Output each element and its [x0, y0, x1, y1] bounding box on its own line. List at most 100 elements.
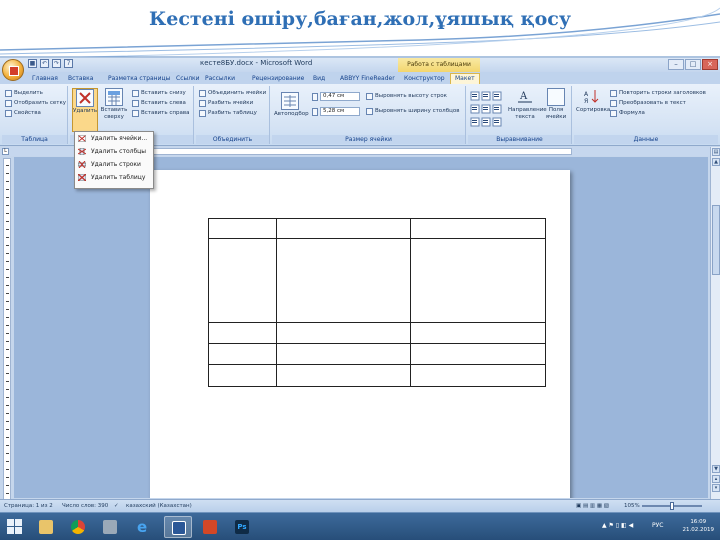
select-button[interactable]: Выделить	[14, 89, 43, 97]
distribute-rows-button[interactable]: Выровнять высоту строк	[375, 92, 447, 100]
insert-right-icon	[132, 110, 139, 117]
distribute-columns-button[interactable]: Выровнять ширину столбцов	[375, 107, 459, 115]
delete-cells-icon	[78, 135, 86, 142]
redo-icon[interactable]: ↷	[52, 59, 61, 68]
tab-references[interactable]: Ссылки	[176, 74, 200, 84]
zoom-level[interactable]: 105%	[624, 502, 640, 511]
tab-mailings[interactable]: Рассылки	[205, 74, 235, 84]
taskbar-photoshop[interactable]: Ps	[228, 516, 256, 538]
merge-cells-button[interactable]: Объединить ячейки	[208, 89, 266, 97]
text-direction-button[interactable]: A Направление текста	[508, 88, 547, 132]
column-width-field[interactable]: 5,28 см	[320, 107, 360, 116]
table-cell[interactable]	[276, 343, 411, 365]
title-bar: ■ ↶ ↷ 7 кесте8БУ.docx - Microsoft Word Р…	[0, 58, 720, 72]
table-cell[interactable]	[208, 322, 277, 344]
chrome-icon	[71, 520, 85, 534]
insert-left-button[interactable]: Вставить слева	[141, 99, 186, 107]
ruler-toggle-icon[interactable]: ▤	[712, 148, 720, 156]
folder-icon	[39, 520, 53, 534]
sort-button[interactable]: AЯ Сортировка	[576, 88, 610, 132]
table-cell[interactable]	[410, 364, 546, 387]
word-count[interactable]: Число слов: 390	[62, 502, 108, 511]
taskbar-powerpoint[interactable]	[196, 516, 224, 538]
tray-language[interactable]: РУС	[652, 522, 663, 529]
table-cell[interactable]	[410, 322, 546, 344]
table-cell[interactable]	[208, 218, 277, 239]
table-cell[interactable]	[410, 343, 546, 365]
office-button[interactable]	[2, 59, 24, 81]
tab-selector[interactable]: L	[2, 148, 9, 155]
page-count[interactable]: Страница: 1 из 2	[4, 502, 53, 511]
table-cell[interactable]	[276, 322, 411, 344]
alignment-grid-icon[interactable]	[470, 90, 504, 130]
convert-to-text-button[interactable]: Преобразовать в текст	[619, 99, 686, 107]
taskbar-ie[interactable]: e	[130, 516, 158, 538]
tab-abbyy[interactable]: ABBYY FineReader	[340, 74, 395, 84]
taskbar: e Ps ▲ ⚑ ▯ ◧ ◀ РУС 16:09 21.02.2019	[0, 512, 720, 540]
taskbar-word[interactable]	[164, 516, 192, 538]
next-page-icon[interactable]: ▾	[712, 484, 720, 492]
repeat-header-button[interactable]: Повторить строки заголовков	[619, 89, 706, 97]
split-cells-button[interactable]: Разбить ячейки	[208, 99, 253, 107]
taskbar-app-3[interactable]	[96, 516, 124, 538]
close-button[interactable]: ×	[702, 59, 718, 70]
delete-columns-item[interactable]: Удалить столбцы	[75, 145, 153, 158]
scroll-thumb[interactable]	[712, 205, 720, 275]
view-buttons[interactable]: ▣ ▤ ▥ ▦ ▧	[576, 502, 609, 511]
tab-page-layout[interactable]: Разметка страницы	[108, 74, 170, 84]
tab-insert[interactable]: Вставка	[68, 74, 93, 84]
formula-button[interactable]: Формула	[619, 109, 645, 117]
table-cell[interactable]	[276, 364, 411, 387]
insert-right-button[interactable]: Вставить справа	[141, 109, 189, 117]
table-cell[interactable]	[208, 238, 277, 323]
tray-icons[interactable]: ▲ ⚑ ▯ ◧ ◀	[602, 522, 633, 529]
table-cell[interactable]	[276, 238, 411, 323]
language-indicator[interactable]: казахский (Казахстан)	[126, 502, 192, 511]
previous-page-icon[interactable]: ▴	[712, 475, 720, 483]
maximize-button[interactable]: □	[685, 59, 701, 70]
scroll-up-icon[interactable]: ▲	[712, 158, 720, 166]
cell-margins-button[interactable]: Поля ячейки	[544, 88, 568, 132]
delete-rows-item[interactable]: Удалить строки	[75, 158, 153, 171]
show-gridlines-button[interactable]: Отобразить сетку	[14, 99, 66, 107]
table-cell[interactable]	[276, 218, 411, 239]
properties-button[interactable]: Свойства	[14, 109, 41, 117]
formula-icon	[610, 110, 617, 117]
group-label-data: Данные	[574, 135, 718, 144]
delete-table-item[interactable]: Удалить таблицу	[75, 171, 153, 184]
row-height-field[interactable]: 0,47 см	[320, 92, 360, 101]
delete-cells-item[interactable]: Удалить ячейки...	[75, 132, 153, 145]
undo-icon[interactable]: ↶	[40, 59, 49, 68]
insert-above-button[interactable]: Вставить сверху	[100, 88, 128, 132]
zoom-slider[interactable]	[642, 502, 702, 510]
table-cell[interactable]	[208, 343, 277, 365]
zoom-slider-knob[interactable]	[670, 502, 674, 510]
taskbar-explorer[interactable]	[32, 516, 60, 538]
vertical-scrollbar[interactable]: ▤ ▲ ▼ ▴ ▾	[710, 147, 720, 499]
tab-view[interactable]: Вид	[313, 74, 325, 84]
table-cell[interactable]	[410, 238, 546, 323]
vertical-ruler[interactable]	[3, 158, 11, 508]
horizontal-ruler[interactable]	[150, 148, 572, 155]
split-table-button[interactable]: Разбить таблицу	[208, 109, 257, 117]
insert-below-button[interactable]: Вставить снизу	[141, 89, 186, 97]
context-tab-group-title: Работа с таблицами	[398, 58, 480, 72]
document-table[interactable]	[208, 218, 546, 387]
save-icon[interactable]: ■	[28, 59, 37, 68]
spellcheck-icon[interactable]: ✓	[114, 502, 119, 511]
document-page[interactable]	[150, 170, 570, 498]
tab-review[interactable]: Рецензирование	[252, 74, 304, 84]
taskbar-chrome[interactable]	[64, 516, 92, 538]
start-button[interactable]	[7, 519, 23, 535]
clock[interactable]: 16:09 21.02.2019	[683, 518, 715, 534]
tab-design[interactable]: Конструктор	[404, 74, 445, 84]
tab-layout[interactable]: Макет	[450, 73, 480, 84]
autofit-button[interactable]: Автоподбор	[274, 92, 309, 132]
delete-button[interactable]: Удалить	[72, 88, 98, 132]
table-cell[interactable]	[208, 364, 277, 387]
table-cell[interactable]	[410, 218, 546, 239]
ruler-tick	[6, 445, 9, 446]
scroll-down-icon[interactable]: ▼	[712, 465, 720, 473]
tab-home[interactable]: Главная	[32, 74, 58, 84]
minimize-button[interactable]: –	[668, 59, 684, 70]
